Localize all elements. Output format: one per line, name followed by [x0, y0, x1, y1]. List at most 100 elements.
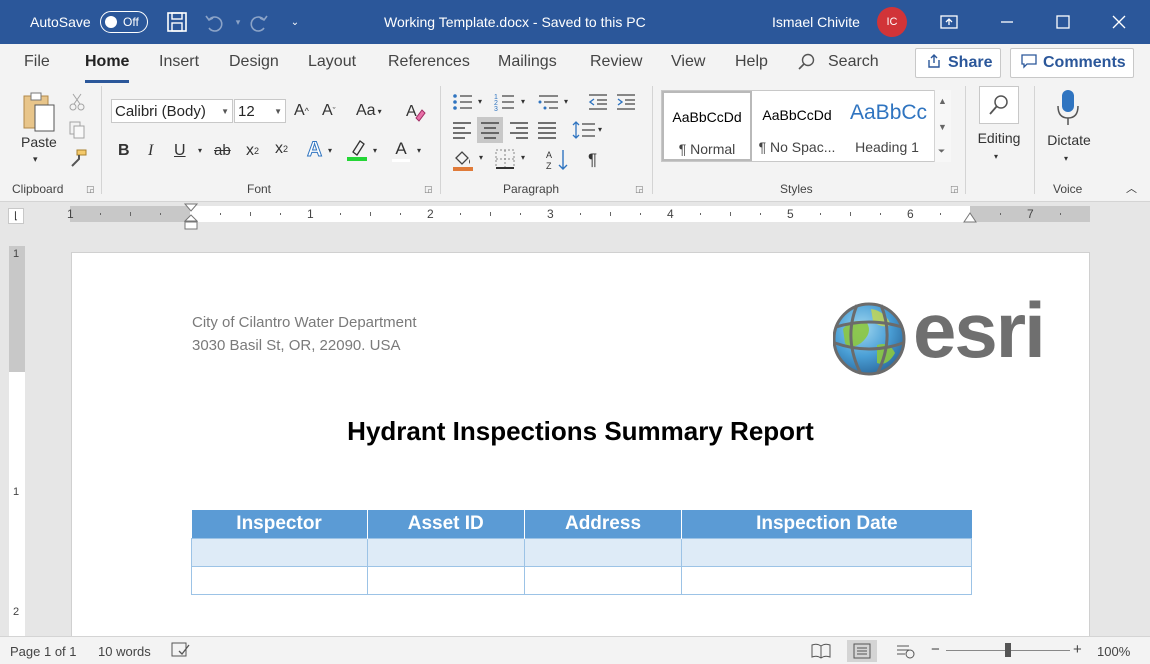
- tab-design[interactable]: Design: [229, 53, 279, 77]
- bullets-icon[interactable]: [452, 92, 474, 112]
- change-case-button[interactable]: Aa ▾: [356, 102, 382, 120]
- highlight-icon[interactable]: [346, 138, 368, 162]
- clipboard-dialog-launcher-icon[interactable]: ◲: [86, 184, 95, 195]
- avatar[interactable]: IC: [877, 7, 907, 37]
- align-center-icon[interactable]: [477, 117, 503, 143]
- font-size-combo[interactable]: 12 ▼: [234, 99, 286, 123]
- paste-icon[interactable]: [20, 90, 58, 136]
- microphone-icon[interactable]: [1054, 88, 1082, 128]
- styles-dialog-launcher-icon[interactable]: ◲: [950, 184, 959, 195]
- tab-selector-icon[interactable]: ⌊: [8, 208, 24, 224]
- word-count[interactable]: 10 words: [98, 644, 151, 659]
- tab-home[interactable]: Home: [85, 53, 130, 83]
- underline-dropdown-icon[interactable]: ▾: [198, 146, 202, 155]
- search-box[interactable]: Search: [828, 53, 879, 77]
- customize-toolbar-icon[interactable]: ⌄: [283, 0, 307, 44]
- table-cell[interactable]: [191, 537, 368, 567]
- zoom-out-button[interactable]: −: [931, 641, 940, 658]
- justify-icon[interactable]: [537, 120, 557, 140]
- multilevel-list-icon[interactable]: [538, 92, 560, 112]
- table-cell[interactable]: [191, 565, 368, 595]
- decrease-indent-icon[interactable]: [588, 92, 608, 112]
- text-effects-dropdown-icon[interactable]: ▾: [328, 146, 332, 155]
- font-color-dropdown-icon[interactable]: ▾: [417, 146, 421, 155]
- grow-font-button[interactable]: A ^: [294, 102, 309, 120]
- numbering-dropdown-icon[interactable]: ▾: [521, 97, 525, 106]
- close-icon[interactable]: [1096, 0, 1142, 44]
- indent-marker-icon[interactable]: [184, 203, 198, 231]
- tab-references[interactable]: References: [388, 53, 470, 77]
- tab-view[interactable]: View: [671, 53, 705, 77]
- paragraph-dialog-launcher-icon[interactable]: ◲: [635, 184, 644, 195]
- save-icon[interactable]: [165, 0, 189, 44]
- paste-dropdown-icon[interactable]: ▾: [33, 154, 38, 165]
- show-formatting-button[interactable]: ¶: [588, 150, 597, 170]
- font-dialog-launcher-icon[interactable]: ◲: [424, 184, 433, 195]
- numbering-icon[interactable]: 123: [494, 92, 516, 112]
- redo-icon[interactable]: [247, 0, 271, 44]
- vertical-ruler[interactable]: 1 1 2: [9, 246, 25, 636]
- esri-logo[interactable]: esri: [832, 286, 1046, 379]
- bullets-dropdown-icon[interactable]: ▾: [478, 97, 482, 106]
- document-page[interactable]: City of Cilantro Water Department 3030 B…: [71, 252, 1090, 642]
- tab-mailings[interactable]: Mailings: [498, 53, 557, 77]
- tab-help[interactable]: Help: [735, 53, 768, 77]
- print-layout-icon[interactable]: [847, 640, 877, 662]
- italic-button[interactable]: I: [148, 142, 153, 160]
- editing-button[interactable]: Editing: [975, 130, 1023, 146]
- horizontal-ruler[interactable]: 1 1 2 3 4 5 6 7: [67, 206, 1090, 222]
- column-header-asset-id[interactable]: Asset ID: [367, 510, 525, 538]
- column-header-inspector[interactable]: Inspector: [191, 510, 368, 538]
- right-indent-marker-icon[interactable]: [963, 212, 977, 224]
- inspection-table[interactable]: Inspector Asset ID Address Inspection Da…: [191, 510, 972, 595]
- user-name[interactable]: Ismael Chivite: [772, 0, 860, 44]
- find-icon[interactable]: [979, 86, 1019, 124]
- table-cell[interactable]: [681, 565, 972, 595]
- table-cell[interactable]: [366, 537, 525, 567]
- highlight-dropdown-icon[interactable]: ▾: [373, 146, 377, 155]
- borders-dropdown-icon[interactable]: ▾: [521, 153, 525, 162]
- proofing-icon[interactable]: [171, 642, 191, 661]
- cut-icon[interactable]: [68, 92, 86, 112]
- style-normal[interactable]: AaBbCcDd ¶ Normal: [662, 91, 752, 161]
- text-effects-button[interactable]: A: [306, 138, 322, 162]
- font-color-button[interactable]: A: [390, 138, 412, 162]
- undo-icon[interactable]: [202, 0, 226, 44]
- search-icon[interactable]: [798, 53, 816, 77]
- table-cell[interactable]: [523, 537, 683, 567]
- minimize-icon[interactable]: [984, 0, 1030, 44]
- shrink-font-button[interactable]: Aˇ: [322, 102, 336, 120]
- maximize-icon[interactable]: [1040, 0, 1086, 44]
- sort-icon[interactable]: AZ: [546, 148, 570, 172]
- tab-layout[interactable]: Layout: [308, 53, 356, 77]
- comments-button[interactable]: Comments: [1010, 48, 1134, 78]
- column-header-address[interactable]: Address: [524, 510, 683, 538]
- subscript-button[interactable]: x2: [246, 142, 259, 160]
- zoom-in-button[interactable]: +: [1073, 641, 1082, 658]
- underline-button[interactable]: U: [174, 142, 186, 160]
- read-mode-icon[interactable]: [806, 640, 836, 662]
- tab-review[interactable]: Review: [590, 53, 642, 77]
- style-heading-1[interactable]: AaBbCc Heading 1: [842, 91, 932, 161]
- shading-dropdown-icon[interactable]: ▾: [479, 153, 483, 162]
- line-spacing-icon[interactable]: [572, 120, 596, 140]
- shading-icon[interactable]: [452, 148, 474, 172]
- align-left-icon[interactable]: [452, 120, 472, 140]
- multilevel-dropdown-icon[interactable]: ▾: [564, 97, 568, 106]
- line-spacing-dropdown-icon[interactable]: ▾: [598, 125, 602, 134]
- table-cell[interactable]: [681, 537, 972, 567]
- zoom-slider-handle[interactable]: [1005, 643, 1011, 657]
- web-layout-icon[interactable]: [890, 640, 920, 662]
- scroll-up-icon[interactable]: ▲: [938, 96, 947, 106]
- page-count[interactable]: Page 1 of 1: [10, 644, 77, 659]
- ribbon-display-options-icon[interactable]: [926, 0, 972, 44]
- table-cell[interactable]: [366, 565, 525, 595]
- align-right-icon[interactable]: [509, 120, 529, 140]
- autosave-toggle[interactable]: Off: [100, 11, 148, 33]
- table-cell[interactable]: [523, 565, 683, 595]
- tab-insert[interactable]: Insert: [159, 53, 199, 77]
- styles-more-icon[interactable]: ⏷: [938, 146, 945, 157]
- share-button[interactable]: Share: [915, 48, 1001, 78]
- superscript-button[interactable]: x2: [275, 140, 288, 158]
- collapse-ribbon-icon[interactable]: ︿: [1126, 180, 1137, 196]
